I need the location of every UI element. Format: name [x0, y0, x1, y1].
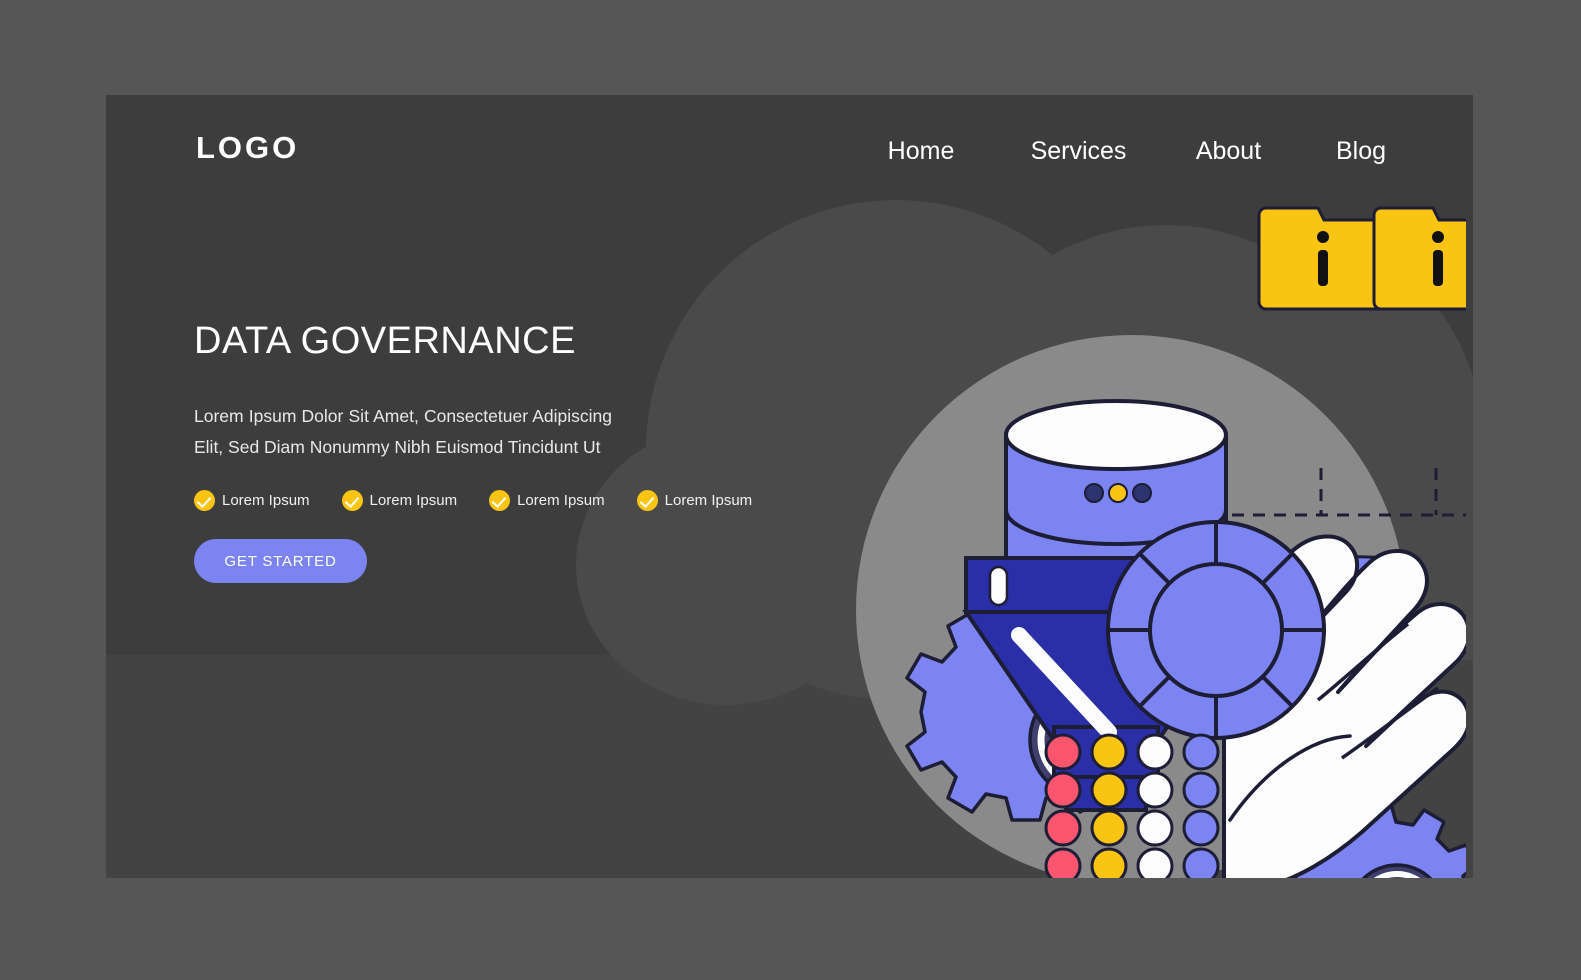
check-circle-icon	[341, 490, 363, 511]
nav-item-home[interactable]: Home	[841, 137, 1001, 166]
nav-item-services[interactable]: Services	[1001, 137, 1156, 166]
shield-badge	[1106, 520, 1326, 740]
page-title: DATA GOVERNANCE	[194, 320, 576, 362]
main-navigation: Home Services About Blog	[841, 137, 1421, 166]
list-item: Lorem Ipsum	[636, 490, 753, 511]
feature-label: Lorem Ipsum	[222, 492, 310, 509]
list-item: Lorem Ipsum	[194, 490, 310, 511]
get-started-button[interactable]: GET STARTED	[194, 539, 367, 583]
screenshot-root: LOGO Home Services About Blog DATA GOVER…	[0, 0, 1581, 980]
data-governance-illustration	[826, 180, 1466, 878]
hero-subtitle: Lorem Ipsum Dolor Sit Amet, Consectetuer…	[194, 406, 612, 457]
hero-panel: LOGO Home Services About Blog DATA GOVER…	[106, 95, 1473, 878]
check-circle-icon	[489, 490, 511, 511]
feature-label: Lorem Ipsum	[517, 492, 605, 509]
folder-info-right	[1372, 206, 1466, 311]
logo[interactable]: LOGO	[196, 130, 299, 166]
check-circle-icon	[636, 490, 658, 511]
feature-list: Lorem Ipsum Lorem Ipsum Lorem Ipsum Lore…	[194, 490, 752, 511]
nav-item-blog[interactable]: Blog	[1301, 137, 1421, 166]
check-circle-icon	[194, 490, 215, 511]
hero-content: DATA GOVERNANCE Lorem Ipsum Dolor Sit Am…	[194, 320, 752, 583]
list-item: Lorem Ipsum	[489, 490, 605, 511]
feature-label: Lorem Ipsum	[369, 492, 458, 509]
feature-label: Lorem Ipsum	[664, 492, 753, 509]
list-item: Lorem Ipsum	[341, 490, 458, 511]
nav-item-about[interactable]: About	[1156, 137, 1301, 166]
